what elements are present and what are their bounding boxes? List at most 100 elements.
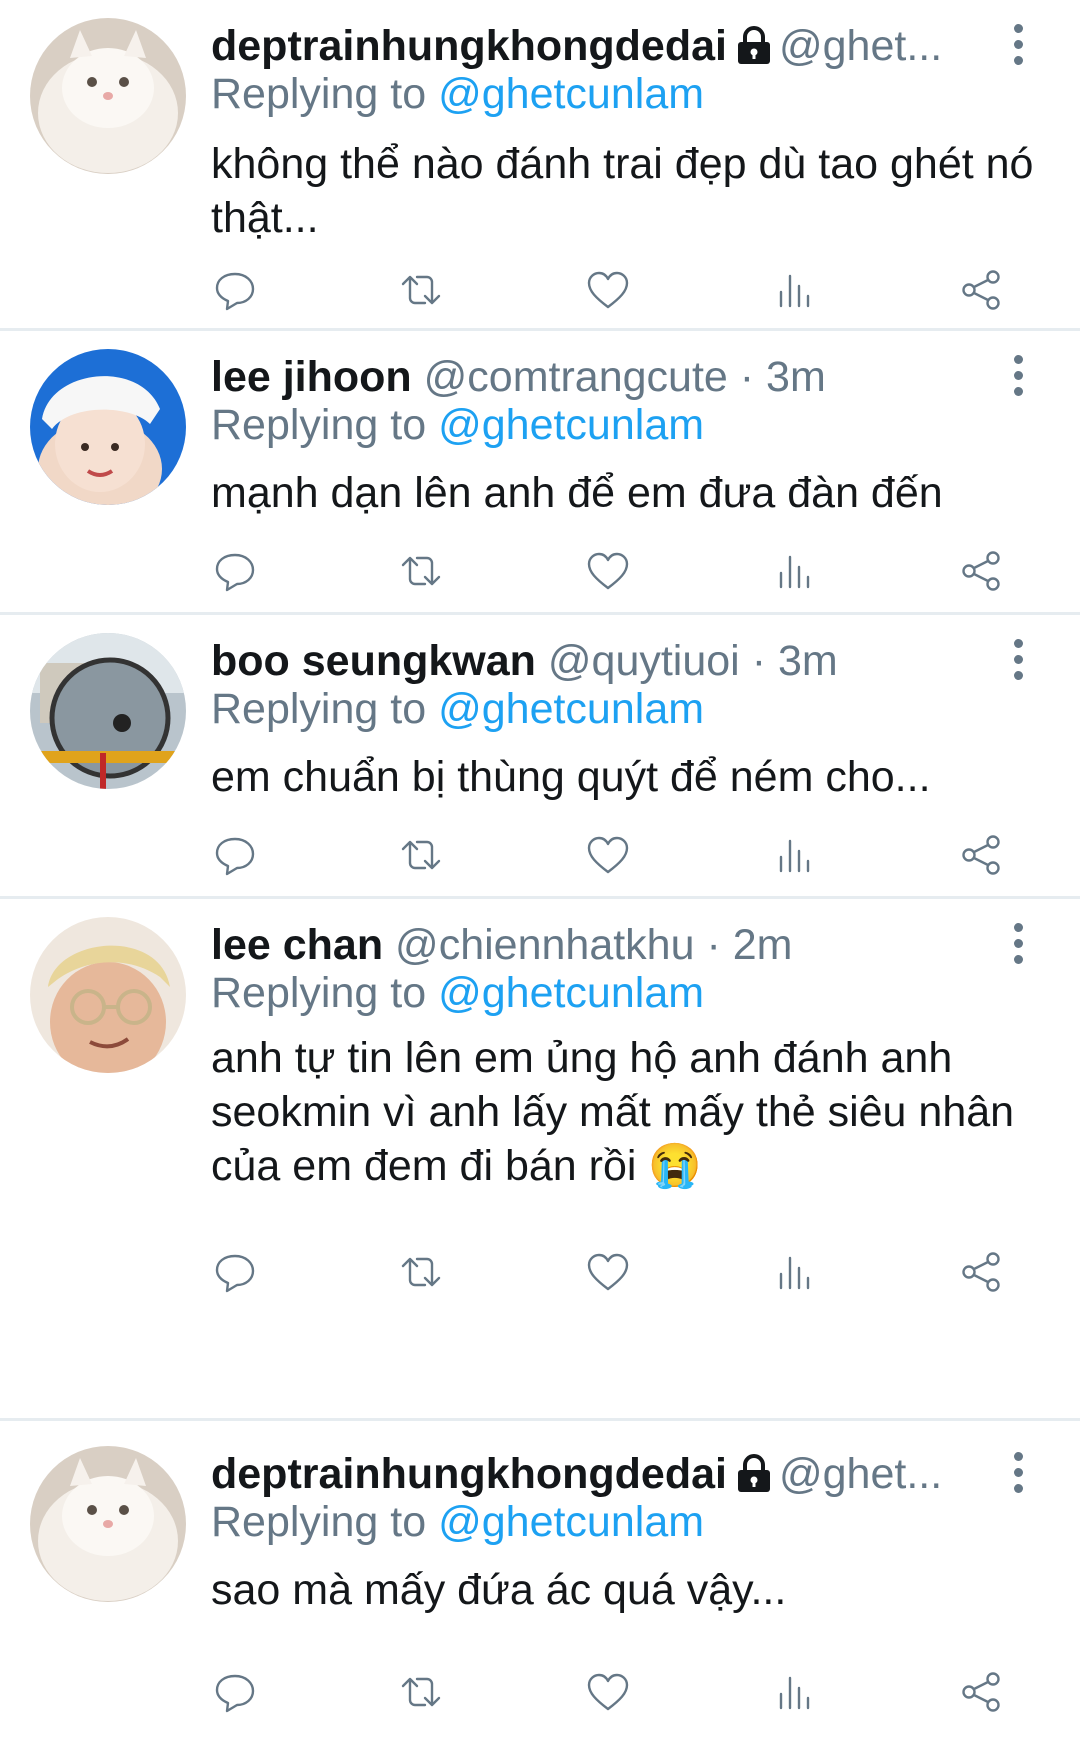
display-name[interactable]: lee chan (211, 921, 383, 969)
user-handle[interactable]: @ghet... (779, 1450, 942, 1498)
like-icon (587, 552, 629, 590)
tweet-text: sao mà mấy đứa ác quá vậy... (211, 1566, 787, 1614)
user-handle[interactable]: @comtrangcute (424, 353, 728, 401)
reply-button[interactable] (207, 827, 263, 883)
analytics-icon (779, 555, 810, 589)
share-button[interactable] (953, 1664, 1009, 1720)
replying-to-label: Replying to (211, 70, 427, 118)
user-handle[interactable]: @quytiuoi (548, 637, 740, 685)
analytics-icon (779, 274, 810, 308)
share-icon (962, 270, 1000, 310)
retweet-icon (401, 1677, 441, 1707)
tweet[interactable]: boo seungkwan @quytiuoi · 3m Replying to… (0, 615, 1080, 898)
retweet-button[interactable] (393, 1664, 449, 1720)
analytics-icon (779, 1676, 810, 1710)
display-name[interactable]: deptrainhungkhongdedai (211, 22, 727, 70)
user-handle[interactable]: @chiennhatkhu (395, 921, 694, 969)
lock-icon (735, 1452, 773, 1508)
analytics-button[interactable] (767, 1664, 823, 1720)
like-button[interactable] (580, 1244, 636, 1300)
like-icon (587, 271, 629, 309)
replying-to-label: Replying to (211, 685, 427, 733)
tweet-text: em chuẩn bị thùng quýt để ném cho... (211, 753, 931, 801)
like-button[interactable] (580, 262, 636, 318)
tweet[interactable]: lee chan @chiennhatkhu · 2m Replying to … (0, 899, 1080, 1320)
reply-button[interactable] (207, 262, 263, 318)
replying-to: Replying to @ghetcunlam (211, 965, 704, 1021)
like-icon (587, 1253, 629, 1291)
reply-to-link[interactable]: @ghetcunlam (438, 685, 704, 733)
retweet-icon (401, 556, 441, 586)
share-icon (962, 1252, 1000, 1292)
more-options-button[interactable] (1008, 913, 1028, 973)
lock-icon (735, 24, 773, 80)
reply-to-link[interactable]: @ghetcunlam (438, 401, 704, 449)
replying-to: Replying to @ghetcunlam (211, 1494, 704, 1550)
share-icon (962, 1672, 1000, 1712)
timestamp: · 3m (751, 637, 838, 685)
reply-icon (215, 272, 255, 311)
analytics-button[interactable] (767, 543, 823, 599)
replying-to: Replying to @ghetcunlam (211, 66, 704, 122)
replying-to-label: Replying to (211, 969, 427, 1017)
reply-icon (215, 1254, 255, 1293)
replying-to-label: Replying to (211, 401, 427, 449)
more-options-button[interactable] (1008, 629, 1028, 689)
retweet-button[interactable] (393, 262, 449, 318)
like-button[interactable] (580, 827, 636, 883)
share-button[interactable] (953, 543, 1009, 599)
like-icon (587, 836, 629, 874)
display-name[interactable]: lee jihoon (211, 353, 412, 401)
avatar[interactable] (30, 917, 186, 1073)
retweet-button[interactable] (393, 1244, 449, 1300)
action-bar (0, 1252, 1080, 1332)
reply-to-link[interactable]: @ghetcunlam (438, 969, 704, 1017)
avatar[interactable] (30, 633, 186, 789)
tweet[interactable]: deptrainhungkhongdedai @ghet... Replying … (0, 0, 1080, 330)
avatar[interactable] (30, 1446, 186, 1602)
avatar[interactable] (30, 349, 186, 505)
tweet[interactable]: deptrainhungkhongdedai @ghet... Replying … (0, 1421, 1080, 1743)
analytics-button[interactable] (767, 262, 823, 318)
reply-to-link[interactable]: @ghetcunlam (438, 1498, 704, 1546)
retweet-button[interactable] (393, 543, 449, 599)
tweet-text: anh tự tin lên em ủng hộ anh đánh anh se… (211, 1034, 1015, 1190)
display-name[interactable]: deptrainhungkhongdedai (211, 1450, 727, 1498)
reply-icon (215, 553, 255, 592)
like-button[interactable] (580, 543, 636, 599)
reply-button[interactable] (207, 543, 263, 599)
retweet-icon (401, 275, 441, 305)
replying-to: Replying to @ghetcunlam (211, 397, 704, 453)
timestamp: · 2m (706, 921, 793, 969)
more-options-button[interactable] (1008, 345, 1028, 405)
replying-to: Replying to @ghetcunlam (211, 681, 704, 737)
tweet[interactable]: lee jihoon @comtrangcute · 3m Replying t… (0, 331, 1080, 614)
share-button[interactable] (953, 827, 1009, 883)
share-icon (962, 835, 1000, 875)
more-options-button[interactable] (1008, 14, 1028, 74)
reply-feed: deptrainhungkhongdedai @ghet... Replying … (0, 0, 1080, 1743)
action-bar (0, 1672, 1080, 1752)
analytics-icon (779, 1256, 810, 1290)
reply-button[interactable] (207, 1244, 263, 1300)
retweet-button[interactable] (393, 827, 449, 883)
retweet-icon (401, 1257, 441, 1287)
retweet-icon (401, 840, 441, 870)
user-handle[interactable]: @ghet... (779, 22, 942, 70)
reply-icon (215, 837, 255, 876)
share-icon (962, 551, 1000, 591)
analytics-button[interactable] (767, 1244, 823, 1300)
analytics-button[interactable] (767, 827, 823, 883)
tweet-text: mạnh dạn lên anh để em đưa đàn đến (211, 469, 943, 517)
avatar[interactable] (30, 18, 186, 174)
display-name[interactable]: boo seungkwan (211, 637, 536, 685)
replying-to-label: Replying to (211, 1498, 427, 1546)
reply-to-link[interactable]: @ghetcunlam (438, 70, 704, 118)
share-button[interactable] (953, 262, 1009, 318)
share-button[interactable] (953, 1244, 1009, 1300)
more-options-button[interactable] (1008, 1442, 1028, 1502)
reply-button[interactable] (207, 1664, 263, 1720)
like-button[interactable] (580, 1664, 636, 1720)
tweet-text: không thể nào đánh trai đẹp dù tao ghét … (211, 140, 1034, 242)
like-icon (587, 1673, 629, 1711)
